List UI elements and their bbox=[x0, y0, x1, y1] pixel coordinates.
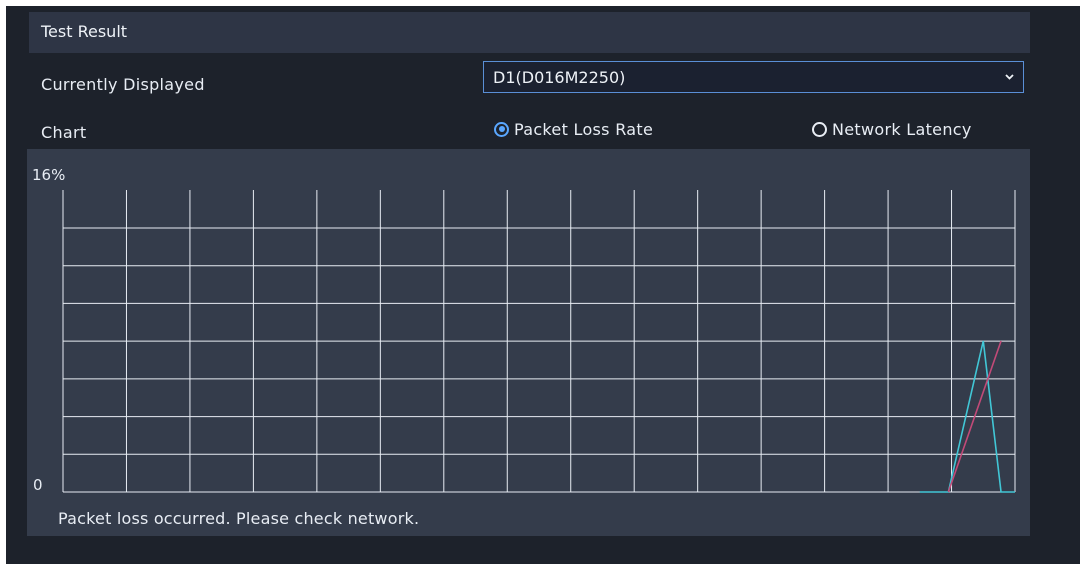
y-axis-max-label: 16% bbox=[32, 166, 66, 184]
currently-displayed-select[interactable]: D1(D016M2250) bbox=[483, 61, 1024, 93]
radio-unchecked-icon bbox=[812, 121, 827, 137]
status-message: Packet loss occurred. Please check netwo… bbox=[58, 509, 420, 528]
radio-checked-icon bbox=[494, 121, 509, 137]
chart-label: Chart bbox=[41, 123, 87, 142]
chart-area bbox=[27, 149, 1030, 536]
currently-displayed-label: Currently Displayed bbox=[41, 75, 205, 94]
chevron-down-icon bbox=[1005, 74, 1014, 80]
y-axis-min-label: 0 bbox=[33, 476, 43, 494]
currently-displayed-value: D1(D016M2250) bbox=[493, 68, 626, 87]
section-header: Test Result bbox=[29, 12, 1030, 53]
radio-packet-loss-rate[interactable]: Packet Loss Rate bbox=[494, 118, 653, 140]
radio-network-latency[interactable]: Network Latency bbox=[812, 118, 972, 140]
packet-loss-chart bbox=[62, 190, 1016, 493]
radio-packet-loss-rate-label: Packet Loss Rate bbox=[514, 119, 654, 139]
section-title: Test Result bbox=[41, 22, 128, 41]
radio-network-latency-label: Network Latency bbox=[832, 119, 972, 139]
